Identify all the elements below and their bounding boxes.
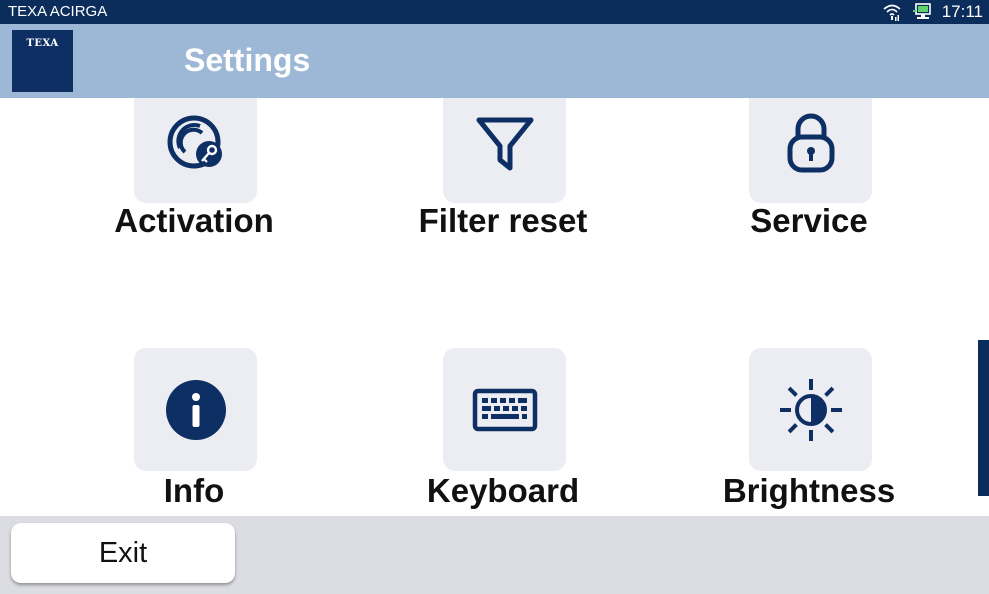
status-right: 17:11 [882,2,983,22]
funnel-icon [476,117,533,170]
tile-info-box[interactable] [134,348,257,471]
app-header: TEXA Settings [0,24,989,98]
tile-info-label: Info [163,472,225,509]
status-time: 17:11 [941,2,983,21]
tile-service-box[interactable] [749,80,872,203]
tile-activation-box[interactable] [134,80,257,203]
info-icon [165,379,226,440]
tile-activation-label: Activation [114,202,274,239]
exit-button[interactable]: Exit [11,523,235,583]
tile-keyboard-box[interactable] [443,348,566,471]
scroll-indicator[interactable] [978,340,989,496]
tile-keyboard-label: Keyboard [426,472,580,509]
tile-brightness-label: Brightness [722,472,896,509]
keyboard-icon [472,388,537,431]
padlock-icon [787,113,834,172]
footer-bar: Exit [0,516,989,594]
activation-key-icon [167,115,222,168]
page-title: Settings [184,42,311,78]
monitor-connection-icon [912,3,931,19]
wifi-icon [883,4,901,21]
status-app-name: TEXA ACIRGA [8,3,108,20]
brightness-icon [779,378,842,441]
texa-logo[interactable]: TEXA [12,30,73,92]
status-bar: TEXA ACIRGA 17:11 [0,0,989,24]
tile-brightness-box[interactable] [749,348,872,471]
tile-filter-reset-label: Filter reset [418,202,588,239]
tile-service-label: Service [750,202,868,239]
tile-filter-reset-box[interactable] [443,80,566,203]
